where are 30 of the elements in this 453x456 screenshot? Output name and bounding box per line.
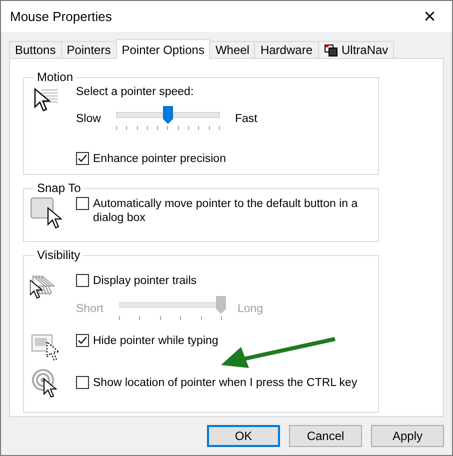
slider-max-label: Long (238, 303, 264, 315)
group-title: Visibility (36, 248, 82, 262)
group-title: Snap To (36, 181, 82, 195)
checkbox-label[interactable]: Enhance pointer precision (93, 152, 226, 166)
checkbox-label[interactable]: Display pointer trails (93, 274, 197, 288)
pointer-speed-icon (33, 86, 59, 114)
checkbox[interactable] (76, 152, 89, 165)
slider-min-label: Slow (76, 113, 101, 125)
checkbox-label[interactable]: Automatically move pointer to the default button in a dialog box (93, 197, 370, 225)
dialog-button[interactable]: Cancel (289, 425, 362, 447)
speed-label: Select a pointer speed: (76, 86, 195, 98)
checkbox[interactable] (76, 274, 89, 287)
checkbox-label[interactable]: Show location of pointer when I press the CTRL key (93, 376, 358, 390)
tab[interactable]: UltraNav (318, 41, 394, 59)
touchpad-icon (324, 44, 338, 56)
checkbox[interactable] (76, 197, 89, 210)
close-button[interactable]: ✕ (407, 1, 452, 32)
checkbox-label[interactable]: Hide pointer while typing (93, 334, 218, 348)
snap-button-icon (30, 197, 62, 229)
window-title: Mouse Properties (10, 9, 112, 24)
slider-min-label: Short (76, 303, 104, 315)
dialog-button[interactable]: OK (207, 425, 280, 447)
tab[interactable]: Pointer Options (116, 39, 210, 59)
checkbox[interactable] (76, 334, 89, 347)
tab[interactable]: Buttons (9, 41, 62, 59)
group-title: Motion (36, 70, 74, 84)
dialog-button[interactable]: Apply (371, 425, 444, 447)
checkbox[interactable] (76, 376, 89, 389)
slider-max-label: Fast (234, 113, 258, 125)
slider-thumb[interactable] (162, 106, 173, 124)
